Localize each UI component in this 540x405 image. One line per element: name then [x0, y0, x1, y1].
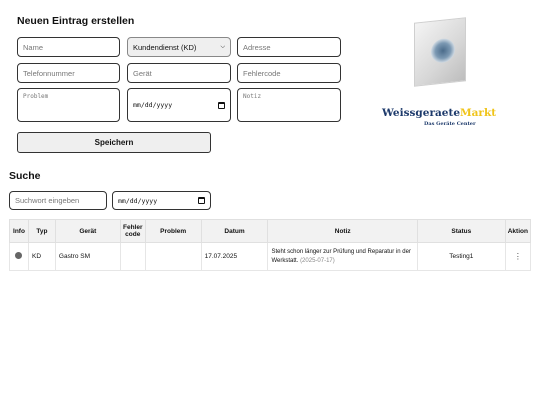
note-cell: Steht schon länger zur Prüfung und Repar…	[267, 242, 418, 271]
column-header: Typ	[27, 219, 56, 243]
name-input[interactable]: Name	[17, 37, 120, 57]
error-code-input[interactable]: Fehlercode	[237, 63, 341, 83]
problem-placeholder: Problem	[23, 93, 49, 100]
more-actions-icon[interactable]: ⋮	[509, 252, 527, 261]
column-header: Gerät	[54, 219, 121, 243]
address-placeholder: Adresse	[243, 42, 271, 52]
note-placeholder: Notiz	[243, 93, 262, 100]
note-text: Steht schon länger zur Prüfung und Repar…	[271, 248, 411, 264]
note-date: (2025-07-17)	[300, 257, 335, 264]
search-placeholder: Suchwort eingeben	[15, 196, 80, 205]
phone-placeholder: Telefonnummer	[23, 68, 75, 78]
chevron-down-icon: ⌵	[220, 43, 225, 50]
date-cell: 17.07.2025	[200, 242, 269, 271]
save-button[interactable]: Speichern	[17, 132, 211, 153]
entries-table: Info Typ Gerät Fehler code Problem Datum…	[9, 219, 532, 271]
date-input[interactable]: mm/dd/yyyy	[127, 88, 231, 122]
info-cell[interactable]	[9, 242, 29, 271]
type-select[interactable]: Kundendienst (KD) ⌵	[127, 37, 231, 57]
search-date-input[interactable]: mm/dd/yyyy	[112, 191, 211, 210]
name-placeholder: Name	[23, 42, 44, 52]
column-header: Datum	[200, 219, 269, 243]
error-code-cell	[119, 242, 146, 271]
note-textarea[interactable]: Notiz	[237, 88, 341, 122]
device-input[interactable]: Gerät	[127, 63, 231, 83]
problem-textarea[interactable]: Problem	[17, 88, 120, 122]
problem-cell	[144, 242, 202, 271]
column-header: Notiz	[267, 219, 418, 243]
column-header: Aktion	[504, 219, 532, 243]
error-code-placeholder: Fehlercode	[243, 68, 281, 78]
address-input[interactable]: Adresse	[237, 37, 341, 57]
table-row[interactable]: KD Gastro SM 17.07.2025 Steht schon läng…	[9, 242, 532, 271]
column-header: Info	[9, 219, 29, 243]
phone-input[interactable]: Telefonnummer	[17, 63, 120, 83]
device-placeholder: Gerät	[133, 68, 152, 78]
column-header: Problem	[144, 219, 202, 243]
calendar-icon[interactable]	[218, 101, 225, 109]
logo-name-part1: Weissgeraete	[382, 107, 460, 119]
logo-name-part2: Markt	[460, 107, 497, 119]
type-select-value: Kundendienst (KD)	[133, 42, 197, 52]
calendar-icon[interactable]	[198, 197, 205, 204]
date-placeholder: mm/dd/yyyy	[133, 101, 173, 109]
column-header: Fehler code	[119, 219, 146, 243]
form-title: Neuen Eintrag erstellen	[17, 15, 135, 27]
status-cell: Testing1	[416, 242, 506, 271]
search-date-placeholder: mm/dd/yyyy	[118, 196, 158, 205]
column-header: Status	[416, 219, 506, 243]
logo: WeissgeraeteMarkt Das Geräte Center	[380, 12, 506, 130]
device-cell: Gastro SM	[54, 242, 121, 271]
table-header-row: Info Typ Gerät Fehler code Problem Datum…	[9, 219, 532, 243]
action-cell[interactable]: ⋮	[504, 242, 532, 271]
info-dot-icon[interactable]	[15, 252, 23, 259]
type-cell: KD	[27, 242, 56, 271]
search-input[interactable]: Suchwort eingeben	[9, 191, 107, 210]
logo-wordmark: WeissgeraeteMarkt	[382, 107, 496, 119]
logo-tagline: Das Geräte Center	[424, 121, 476, 127]
washing-machine-icon	[414, 17, 466, 87]
search-title: Suche	[9, 170, 41, 182]
